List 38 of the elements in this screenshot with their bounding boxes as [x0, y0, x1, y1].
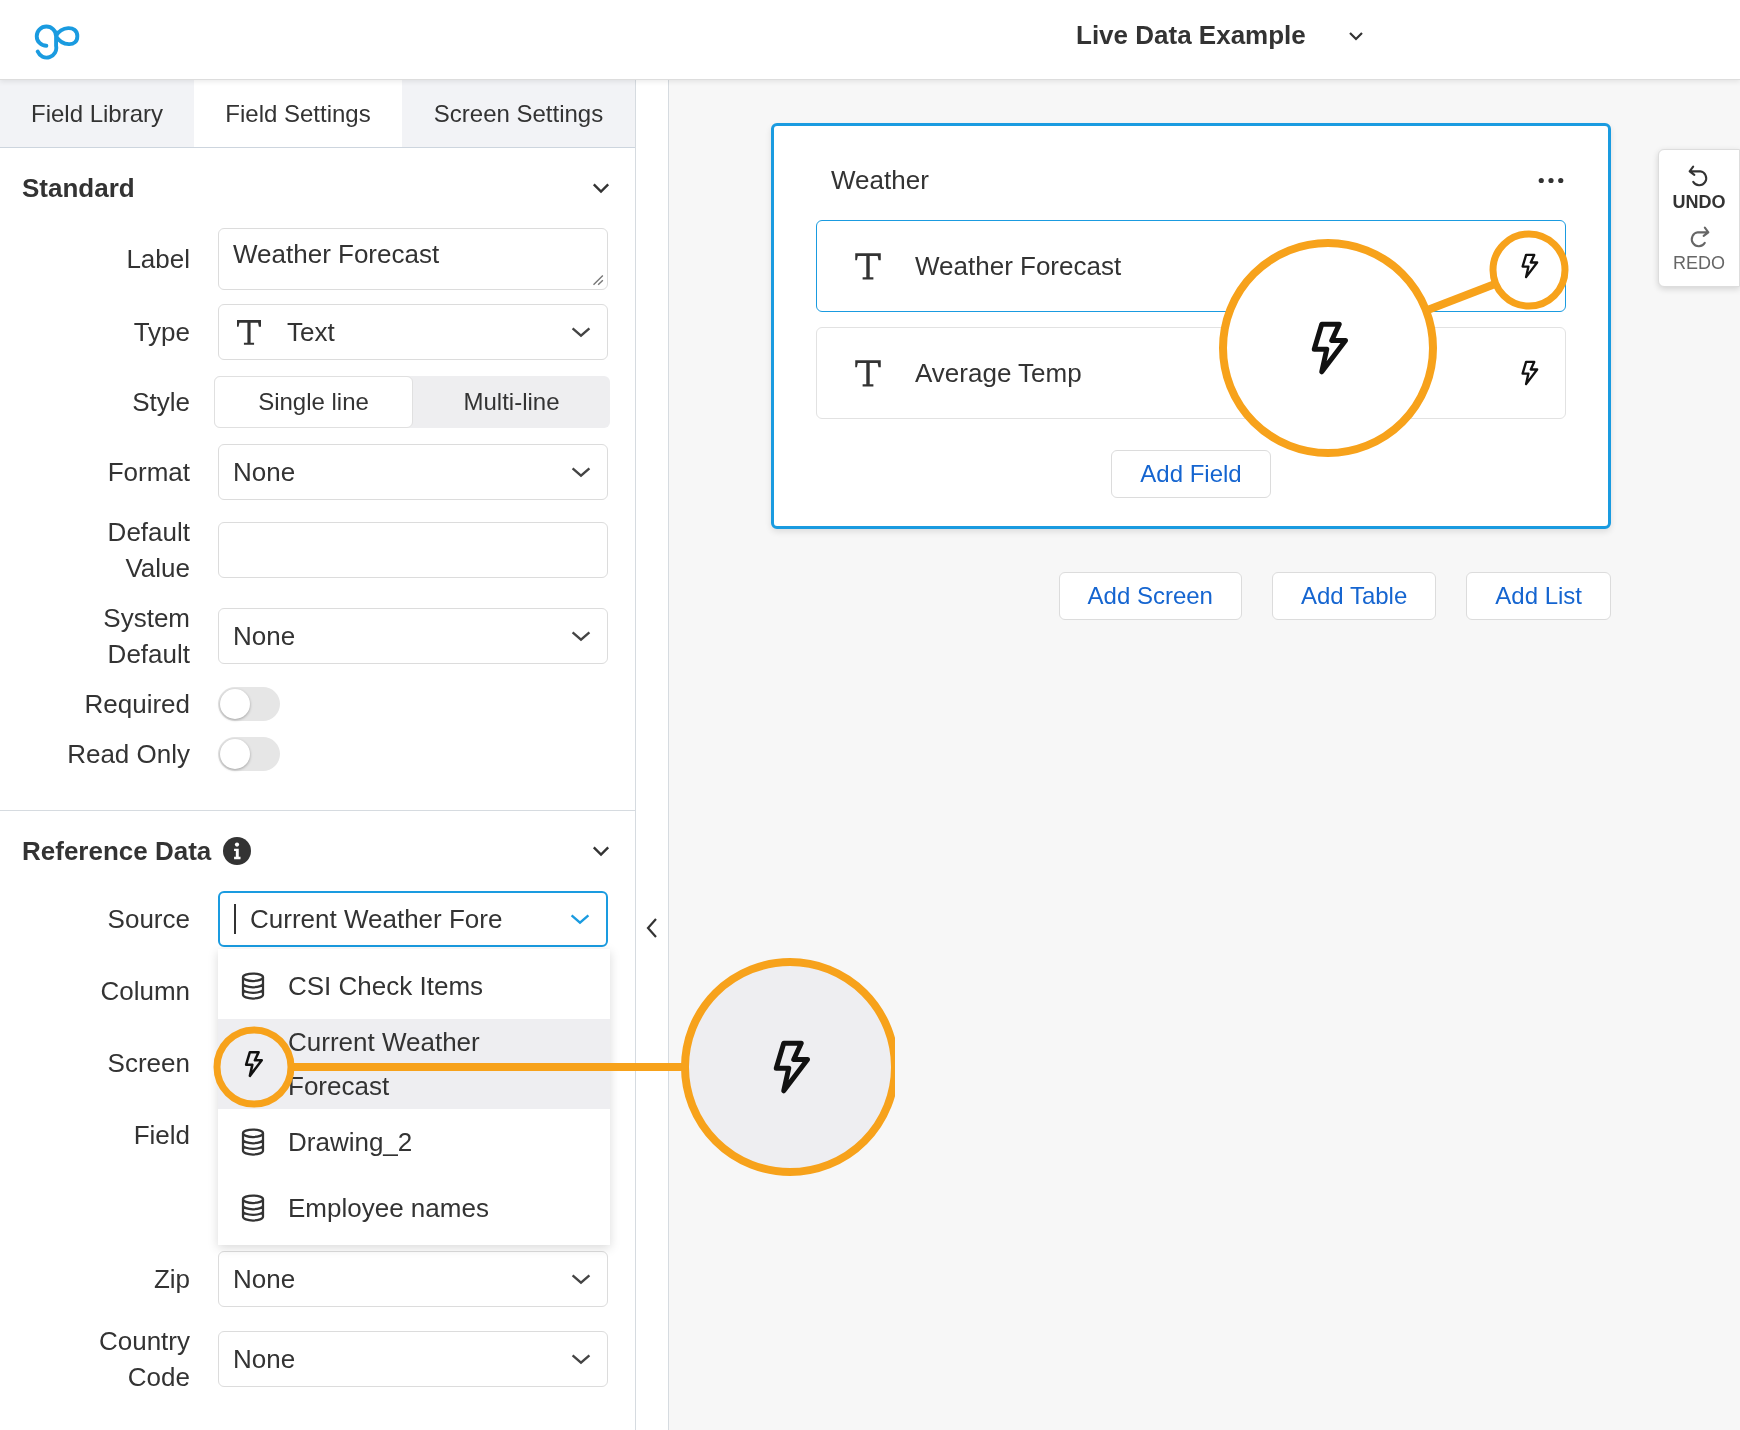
- source-dropdown[interactable]: Current Weather Fore: [218, 891, 608, 947]
- field-label: Style: [131, 386, 190, 419]
- add-button[interactable]: Add List: [1466, 572, 1611, 620]
- project-title[interactable]: Live Data Example: [1076, 20, 1306, 51]
- field-label: Column: [99, 975, 190, 1008]
- field-label: Zip: [152, 1263, 190, 1296]
- section-title: Reference Data: [22, 835, 212, 867]
- add-field-button[interactable]: Add Field: [1111, 450, 1271, 498]
- type-dropdown[interactable]: Text: [218, 304, 608, 360]
- field-label: Label: [125, 243, 190, 276]
- field-label: System Default: [102, 602, 190, 671]
- field-label: Source: [106, 903, 190, 936]
- screen-title: Weather: [831, 164, 929, 196]
- section-title: Standard: [22, 172, 135, 204]
- field-label: Type: [132, 316, 190, 349]
- label-field[interactable]: Weather Forecast: [218, 228, 608, 290]
- dropdown[interactable]: None: [218, 1331, 608, 1387]
- style-option[interactable]: Multi-line: [413, 376, 610, 428]
- field-name: Weather Forecast: [915, 250, 1122, 282]
- field-label: Screen: [106, 1047, 190, 1080]
- dropdown[interactable]: None: [218, 1251, 608, 1307]
- add-button[interactable]: Add Screen: [1058, 572, 1242, 620]
- field-name: Average Temp: [915, 357, 1082, 389]
- field-label: Required: [83, 688, 190, 721]
- field-label: Default Value: [106, 516, 190, 585]
- field-label: Field: [132, 1119, 190, 1152]
- field-label: Read Only: [66, 738, 190, 771]
- add-button[interactable]: Add Table: [1271, 572, 1437, 620]
- menu-item[interactable]: Drawing_2: [218, 1109, 610, 1175]
- dropdown[interactable]: None: [218, 608, 608, 664]
- history-button[interactable]: UNDO: [1659, 160, 1739, 215]
- field-label: Format: [106, 456, 190, 489]
- field-label: Country Code: [97, 1325, 190, 1394]
- menu-item[interactable]: CSI Check Items: [218, 953, 610, 1019]
- style-option[interactable]: Single line: [214, 376, 413, 428]
- tab[interactable]: Field Settings: [194, 80, 402, 147]
- dropdown[interactable]: None: [218, 444, 608, 500]
- menu-item[interactable]: Employee names: [218, 1175, 610, 1241]
